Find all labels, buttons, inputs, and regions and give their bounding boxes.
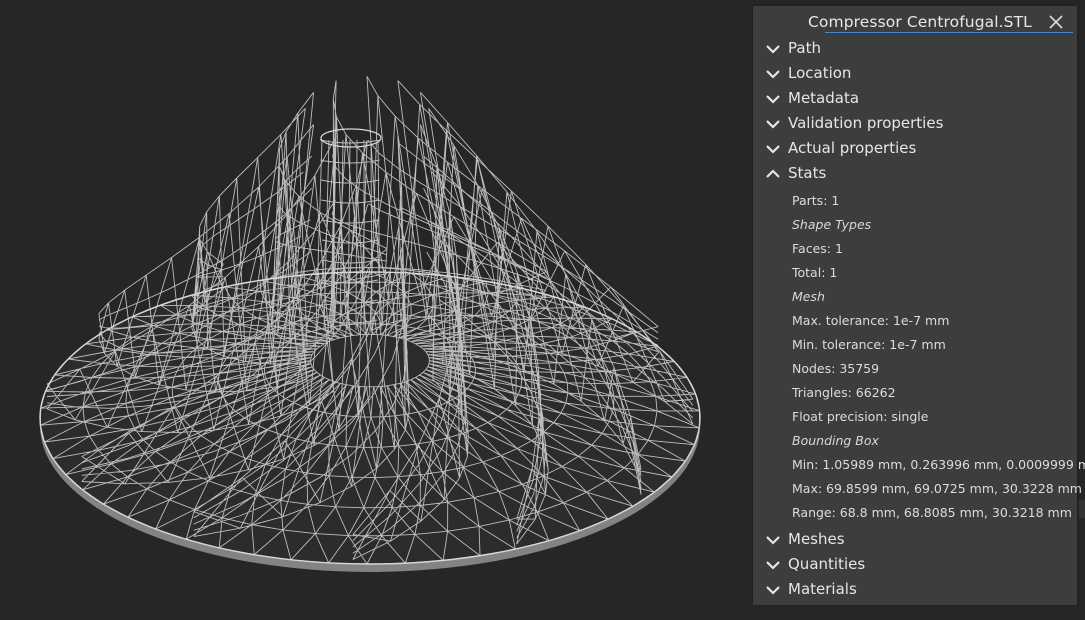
chevron-down-icon bbox=[766, 120, 780, 129]
stat-group-shape-types: Shape Types bbox=[792, 217, 872, 232]
section-label-stats: Stats bbox=[788, 164, 827, 182]
stat-group-mesh: Mesh bbox=[792, 289, 825, 304]
close-icon bbox=[1049, 15, 1063, 29]
close-button[interactable] bbox=[1046, 12, 1066, 32]
stat-triangles: Triangles: 66262 bbox=[792, 385, 896, 400]
stat-faces: Faces: 1 bbox=[792, 241, 843, 256]
panel-title-bar: Compressor Centrofugal.STL bbox=[753, 6, 1077, 36]
section-validation-properties[interactable]: Validation properties bbox=[753, 112, 1077, 136]
stat-total: Total: 1 bbox=[792, 265, 838, 280]
mesh-hub-top bbox=[320, 128, 382, 148]
panel-resize-handle[interactable] bbox=[1079, 500, 1085, 518]
section-label-path: Path bbox=[788, 39, 821, 57]
section-label-quantities: Quantities bbox=[788, 555, 866, 573]
title-underline bbox=[825, 32, 1073, 33]
section-label-actual-properties: Actual properties bbox=[788, 139, 917, 157]
section-meshes[interactable]: Meshes bbox=[753, 528, 1077, 552]
section-label-location: Location bbox=[788, 64, 852, 82]
stat-bbox-range: Range: 68.8 mm, 68.8085 mm, 30.3218 mm bbox=[792, 505, 1072, 520]
section-quantities[interactable]: Quantities bbox=[753, 553, 1077, 577]
chevron-down-icon bbox=[766, 561, 780, 570]
stat-group-bounding-box: Bounding Box bbox=[792, 433, 879, 448]
section-actual-properties[interactable]: Actual properties bbox=[753, 137, 1077, 161]
stat-max-tolerance: Max. tolerance: 1e-7 mm bbox=[792, 313, 950, 328]
stat-min-tolerance: Min. tolerance: 1e-7 mm bbox=[792, 337, 946, 352]
section-label-metadata: Metadata bbox=[788, 89, 860, 107]
chevron-down-icon bbox=[766, 95, 780, 104]
chevron-down-icon bbox=[766, 145, 780, 154]
section-label-meshes: Meshes bbox=[788, 530, 845, 548]
stat-float-precision: Float precision: single bbox=[792, 409, 929, 424]
chevron-down-icon bbox=[766, 70, 780, 79]
stat-parts: Parts: 1 bbox=[792, 193, 840, 208]
section-location[interactable]: Location bbox=[753, 62, 1077, 86]
chevron-up-icon bbox=[766, 169, 780, 178]
file-title: Compressor Centrofugal.STL bbox=[808, 13, 1032, 31]
chevron-down-icon bbox=[766, 45, 780, 54]
stat-nodes: Nodes: 35759 bbox=[792, 361, 880, 376]
properties-panel: Compressor Centrofugal.STL Path Location… bbox=[753, 6, 1085, 605]
section-metadata[interactable]: Metadata bbox=[753, 87, 1077, 111]
section-label-validation-properties: Validation properties bbox=[788, 114, 944, 132]
section-label-materials: Materials bbox=[788, 580, 857, 598]
chevron-down-icon bbox=[766, 536, 780, 545]
stat-bbox-min: Min: 1.05989 mm, 0.263996 mm, 0.0009999 … bbox=[792, 457, 1085, 472]
stat-bbox-max: Max: 69.8599 mm, 69.0725 mm, 30.3228 mm bbox=[792, 481, 1082, 496]
section-path[interactable]: Path bbox=[753, 37, 1077, 61]
chevron-down-icon bbox=[766, 586, 780, 595]
section-materials[interactable]: Materials bbox=[753, 578, 1077, 602]
section-stats[interactable]: Stats bbox=[753, 162, 1077, 186]
